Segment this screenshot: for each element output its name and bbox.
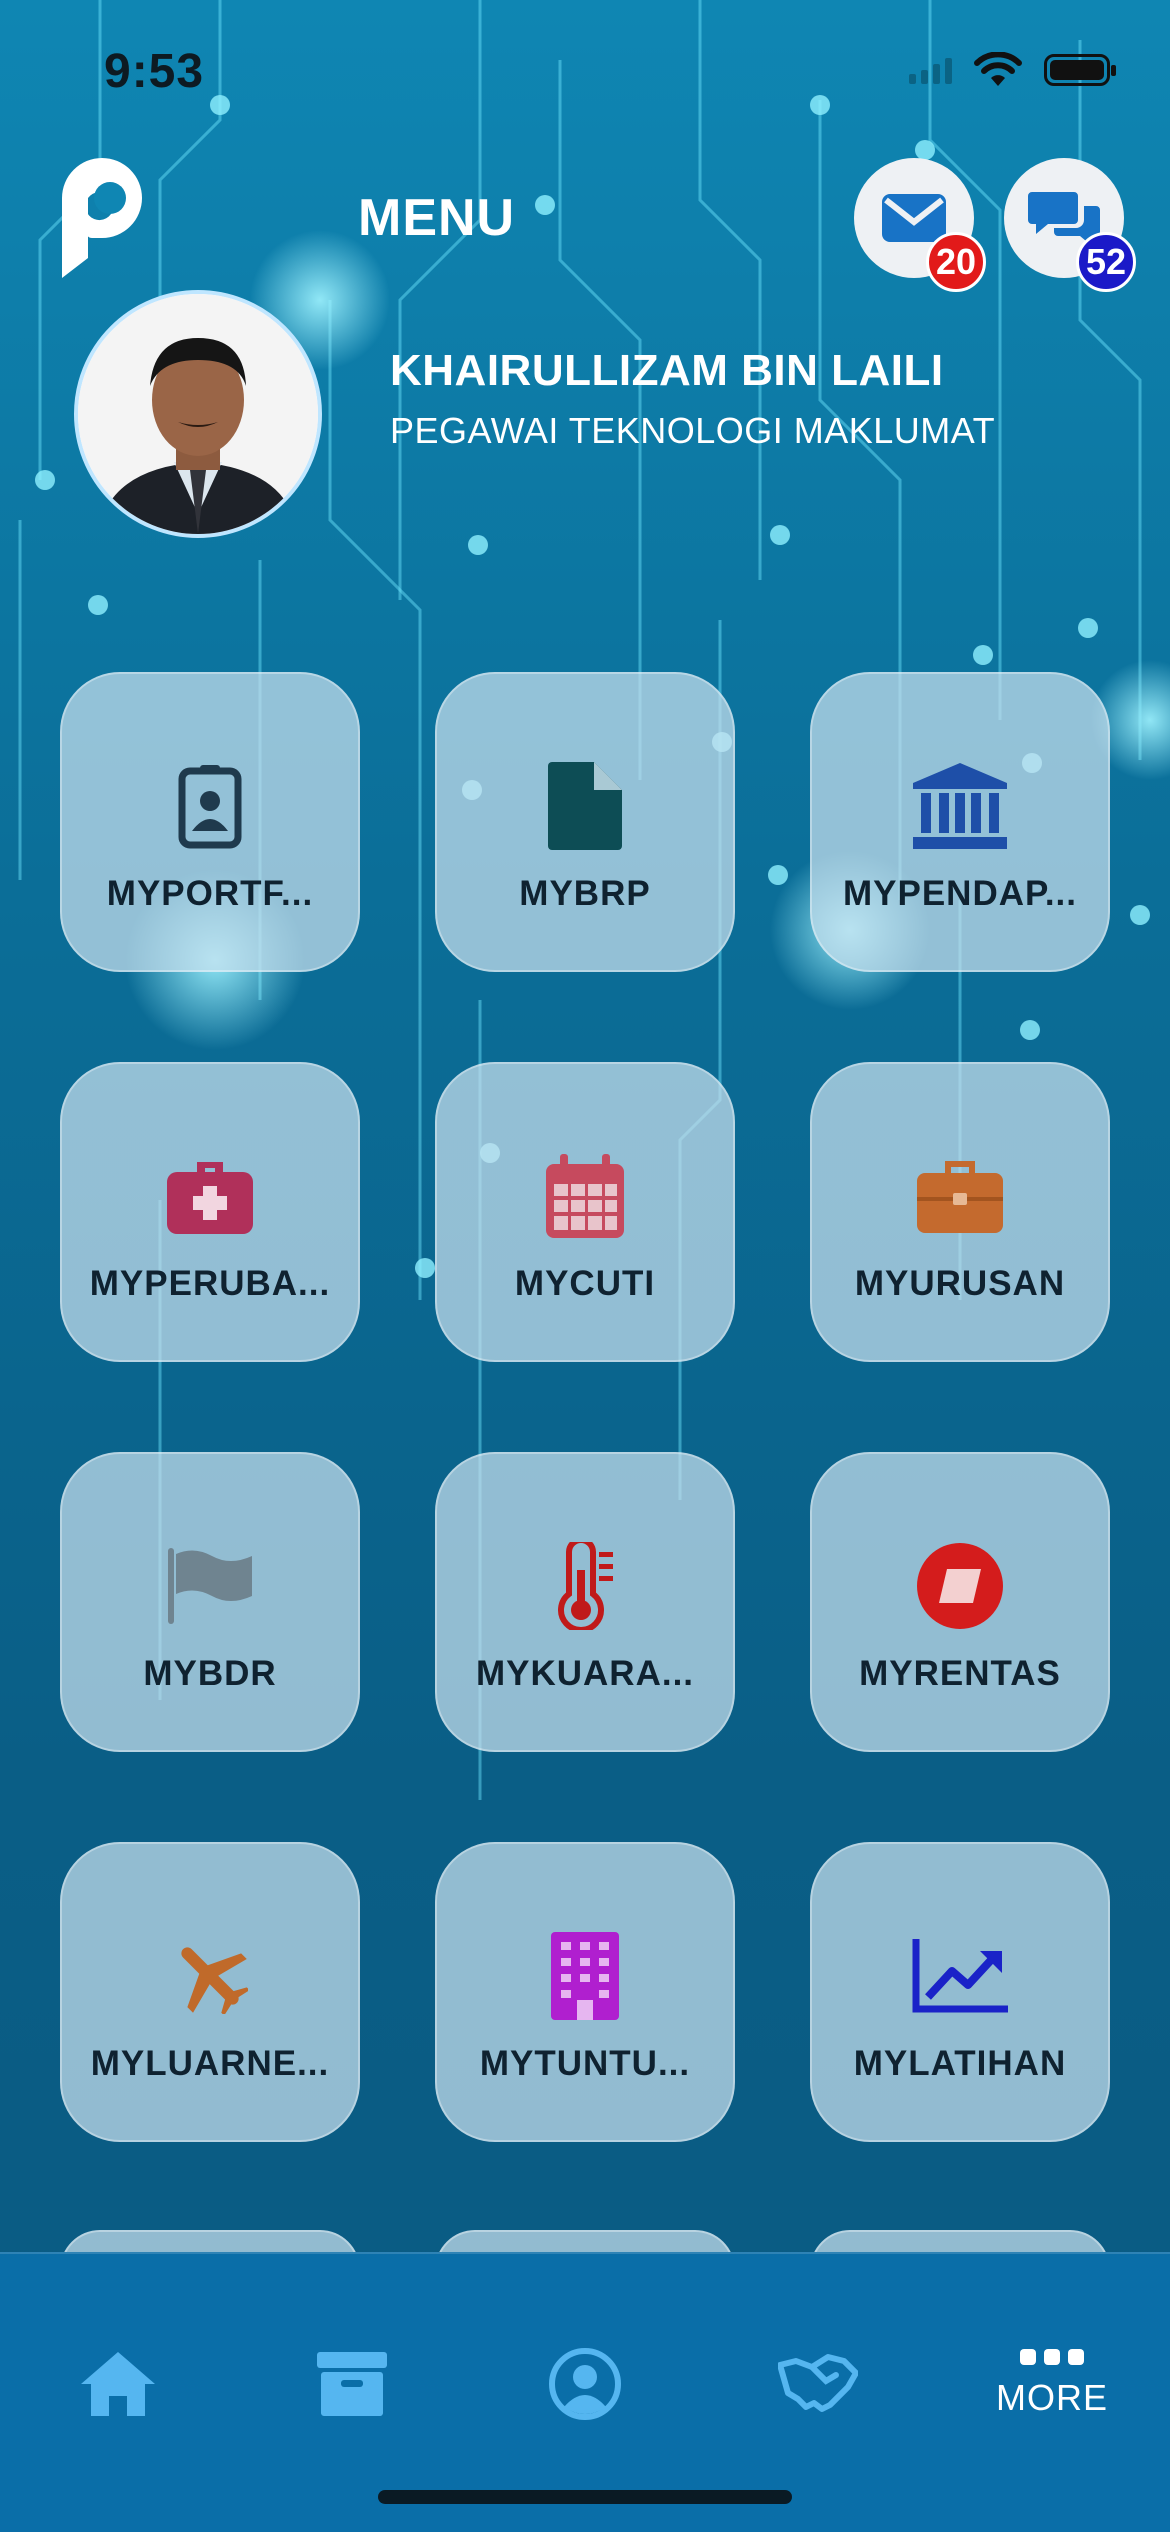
menu-tile-myurusan[interactable]: MYURUSAN: [810, 1062, 1110, 1362]
mail-icon: [882, 194, 946, 242]
menu-tile-myperubatan[interactable]: MYPERUBA...: [60, 1062, 360, 1362]
archive-icon: [317, 2352, 387, 2416]
profile-photo: [78, 294, 318, 534]
inbox-button[interactable]: 20: [854, 158, 986, 292]
menu-tile-label: MYBRP: [519, 874, 651, 913]
menu-tile-label: MYRENTAS: [859, 1654, 1061, 1693]
app-logo: [62, 158, 142, 278]
menu-tile-mycuti[interactable]: MYCUTI: [435, 1062, 735, 1362]
bank-icon: [913, 763, 1007, 849]
status-bar: 9:53: [0, 0, 1170, 140]
more-dots-icon: [1020, 2349, 1084, 2365]
user-circle-icon: [549, 2348, 621, 2420]
status-icons: [909, 52, 1116, 88]
menu-tile-label: MYLATIHAN: [853, 2044, 1067, 2083]
home-indicator[interactable]: [378, 2490, 792, 2504]
messages-button[interactable]: 52: [1004, 158, 1136, 292]
tab-more-label: MORE: [996, 2377, 1108, 2418]
battery-icon: [1044, 54, 1116, 86]
menu-tile-mybrp[interactable]: MYBRP: [435, 672, 735, 972]
menu-tile-label: MYPORTF...: [106, 874, 314, 913]
file-icon: [548, 762, 622, 850]
menu-tile-label: MYBDR: [143, 1654, 277, 1693]
id-badge-icon: [178, 765, 242, 849]
menu-tile-label: MYTUNTU...: [479, 2044, 691, 2083]
tab-more[interactable]: MORE: [982, 2314, 1122, 2454]
menu-tile-label: MYPERUBA...: [89, 1264, 331, 1303]
menu-tile-mykuarantin[interactable]: MYKUARA...: [435, 1452, 735, 1752]
menu-tile-myportfolio[interactable]: MYPORTF...: [60, 672, 360, 972]
mail-count-badge: 20: [926, 232, 986, 292]
medical-kit-icon: [167, 1162, 253, 1234]
plane-icon: [181, 1947, 248, 2014]
briefcase-icon: [917, 1161, 1003, 1233]
menu-tile-myluarnegara[interactable]: MYLUARNE...: [60, 1842, 360, 2142]
menu-tile-mylatihan[interactable]: MYLATIHAN: [810, 1842, 1110, 2142]
avatar[interactable]: [74, 290, 322, 538]
calendar-icon: [546, 1154, 624, 1238]
menu-tile-label: MYKUARA...: [475, 1654, 695, 1693]
tab-handshake[interactable]: [748, 2314, 888, 2454]
tab-profile[interactable]: [515, 2314, 655, 2454]
menu-tile-label: MYURUSAN: [854, 1264, 1066, 1303]
cellular-signal-icon: [909, 56, 952, 84]
handshake-icon: [778, 2354, 858, 2412]
menu-tile-myrentas[interactable]: MYRENTAS: [810, 1452, 1110, 1752]
flag-icon: [168, 1548, 252, 1624]
menu-tile-label: MYCUTI: [514, 1264, 656, 1303]
ticket-icon: [917, 1543, 1003, 1629]
status-time: 9:53: [104, 45, 205, 98]
building-icon: [551, 1932, 619, 2020]
chat-count-badge: 52: [1076, 232, 1136, 292]
home-icon: [81, 2352, 155, 2416]
tab-archive[interactable]: [282, 2314, 422, 2454]
menu-tile-mytuntutan[interactable]: MYTUNTU...: [435, 1842, 735, 2142]
tab-home[interactable]: [48, 2314, 188, 2454]
wifi-icon: [974, 52, 1022, 86]
thermometer-icon: [558, 1542, 613, 1630]
menu-tile-mybdr[interactable]: MYBDR: [60, 1452, 360, 1752]
menu-tile-label: MYLUARNE...: [90, 2044, 330, 2083]
page-title: MENU: [358, 189, 516, 247]
menu-tile-label: MYPENDAP...: [842, 874, 1078, 913]
menu-tile-mypendapatan[interactable]: MYPENDAP...: [810, 672, 1110, 972]
profile-name: KHAIRULLIZAM BIN LAILI: [390, 346, 944, 395]
profile-role: PEGAWAI TEKNOLOGI MAKLUMAT: [390, 410, 996, 451]
chart-line-icon: [912, 1939, 1008, 2013]
